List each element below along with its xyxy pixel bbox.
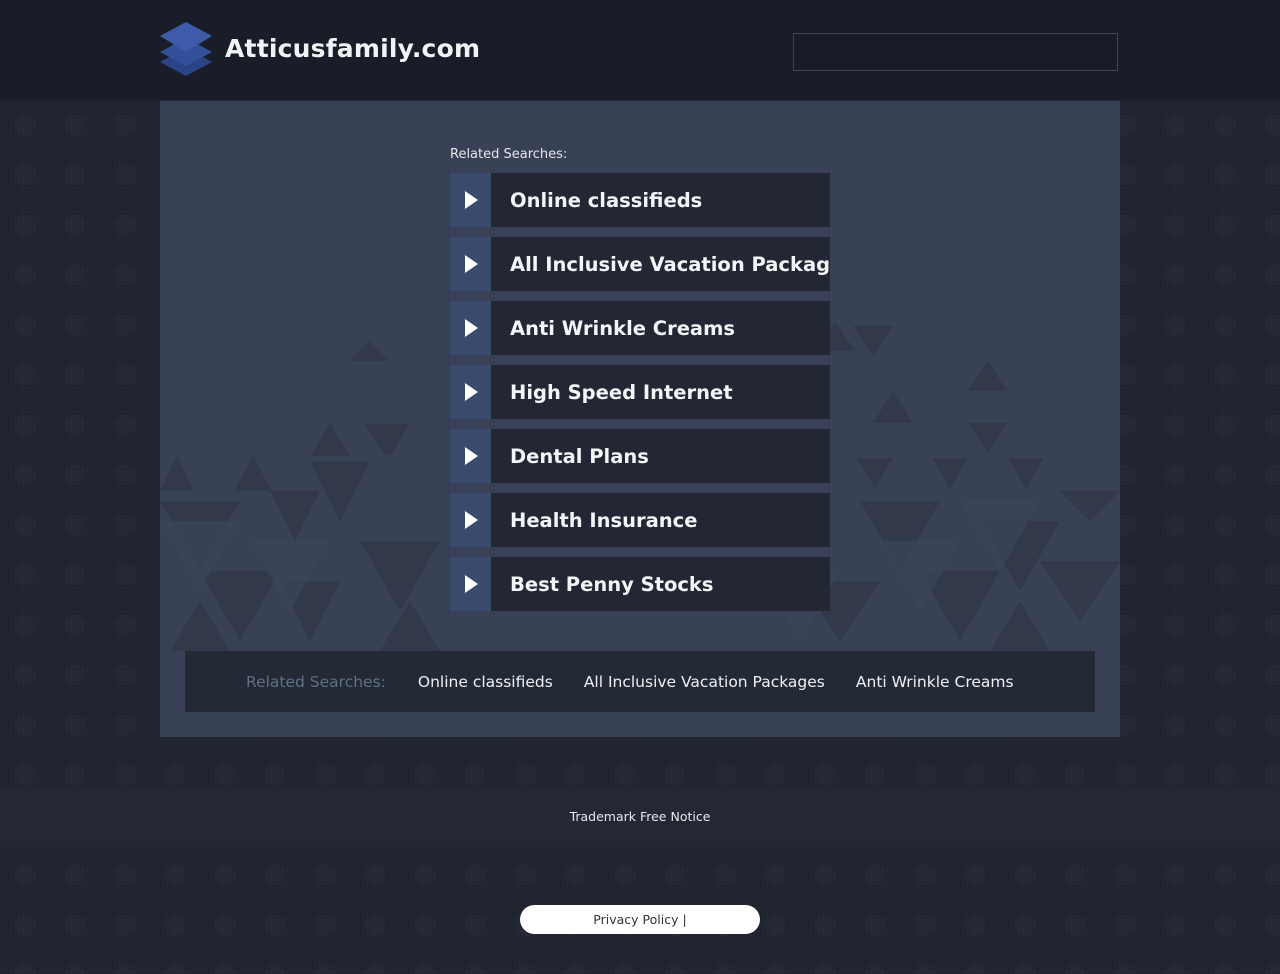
related-search-label[interactable]: Anti Wrinkle Creams [491,301,830,355]
play-arrow-icon [465,511,478,529]
play-arrow-icon [465,255,478,273]
related-search-item[interactable]: High Speed Internet [450,365,830,419]
related-search-label[interactable]: Health Insurance [491,493,830,547]
related-search-item[interactable]: Best Penny Stocks [450,557,830,611]
arrow-box [450,301,491,355]
trademark-notice-link[interactable]: Trademark Free Notice [570,809,711,824]
related-search-link[interactable]: Online classifieds [418,673,553,691]
main-panel: Related Searches: Online classifieds All… [160,101,1120,737]
related-search-item[interactable]: All Inclusive Vacation Packages [450,237,830,291]
related-search-label[interactable]: Dental Plans [491,429,830,483]
related-searches-bar: Related Searches: Online classifieds All… [185,651,1095,712]
related-searches-label: Related Searches: [450,147,568,162]
privacy-policy-link[interactable]: Privacy Policy [593,912,678,927]
related-search-item[interactable]: Health Insurance [450,493,830,547]
play-arrow-icon [465,319,478,337]
arrow-box [450,173,491,227]
related-searches-bar-label: Related Searches: [246,672,386,691]
related-search-label[interactable]: High Speed Internet [491,365,830,419]
play-arrow-icon [465,575,478,593]
play-arrow-icon [465,383,478,401]
play-arrow-icon [465,191,478,209]
arrow-box [450,429,491,483]
play-arrow-icon [465,447,478,465]
related-search-link[interactable]: All Inclusive Vacation Packages [584,673,825,691]
header: Atticusfamily.com [0,0,1280,100]
related-search-item[interactable]: Dental Plans [450,429,830,483]
related-searches-list: Online classifieds All Inclusive Vacatio… [450,173,830,621]
footer: Trademark Free Notice [0,787,1280,846]
site-title[interactable]: Atticusfamily.com [225,34,480,63]
arrow-box [450,365,491,419]
privacy-bar: Privacy Policy | [520,905,760,934]
related-search-label[interactable]: All Inclusive Vacation Packages [491,237,830,291]
related-search-label[interactable]: Online classifieds [491,173,830,227]
arrow-box [450,237,491,291]
related-search-item[interactable]: Anti Wrinkle Creams [450,301,830,355]
stacked-layers-icon [160,22,212,76]
separator: | [682,912,687,927]
related-search-link[interactable]: Anti Wrinkle Creams [856,673,1014,691]
search-input[interactable] [793,33,1118,71]
related-search-label[interactable]: Best Penny Stocks [491,557,830,611]
arrow-box [450,493,491,547]
arrow-box [450,557,491,611]
related-search-item[interactable]: Online classifieds [450,173,830,227]
